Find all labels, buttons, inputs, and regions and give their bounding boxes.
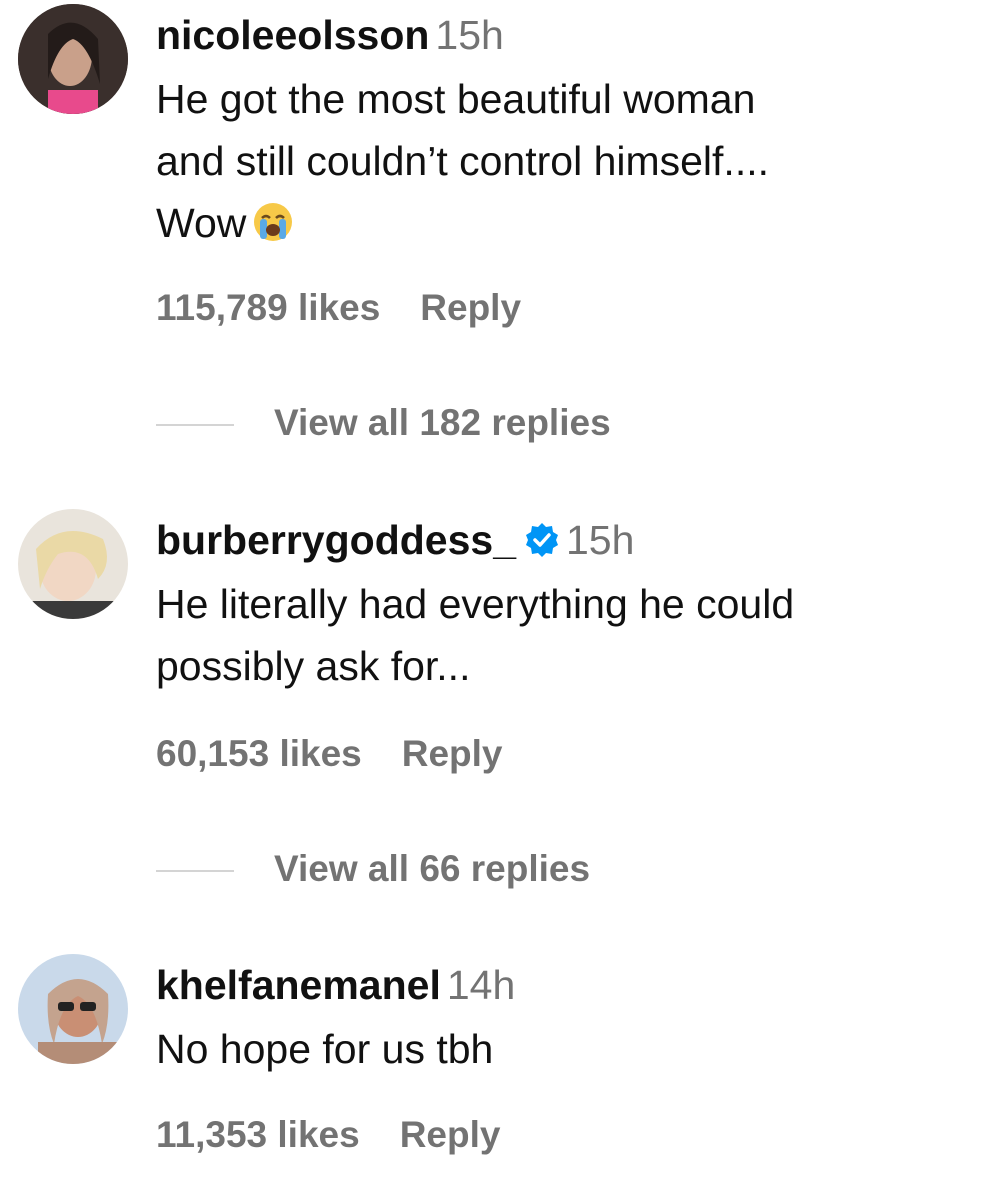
comment-text-word: Wow <box>156 200 247 246</box>
likes-count[interactable]: 60,153 likes <box>156 733 362 774</box>
likes-count[interactable]: 11,353 likes <box>156 1114 360 1155</box>
comment-text-line: No hope for us tbh <box>156 1026 494 1072</box>
reply-button[interactable]: Reply <box>402 733 503 774</box>
timestamp: 15h <box>566 517 635 563</box>
comment-text-line: He got the most beautiful woman <box>156 76 756 122</box>
divider <box>156 870 234 873</box>
username[interactable]: burberrygoddess_ <box>156 517 516 563</box>
view-replies-label[interactable]: View all 182 replies <box>274 402 611 443</box>
comment: khelfanemanel 14h No hope for us tbh 11,3… <box>0 950 992 1200</box>
comment-actions: 11,353 likes Reply <box>156 1114 500 1156</box>
comment-actions: 115,789 likes Reply <box>156 287 521 329</box>
view-replies[interactable]: View all 66 replies <box>156 848 590 890</box>
avatar[interactable] <box>18 4 128 114</box>
comment-text-line: Wow <box>156 192 976 254</box>
comment: burberrygoddess_ 15h He literally had eve… <box>0 505 992 925</box>
comment-header: burberrygoddess_ 15h <box>156 515 976 565</box>
comment: nicoleeolsson 15h He got the most beautif… <box>0 0 992 470</box>
timestamp: 14h <box>446 962 516 1008</box>
reply-button[interactable]: Reply <box>420 287 521 328</box>
reply-button[interactable]: Reply <box>400 1114 501 1155</box>
comment-text-line: He literally had everything he could <box>156 581 795 627</box>
divider <box>156 424 234 427</box>
timestamp: 15h <box>435 12 504 58</box>
comment-header: khelfanemanel 14h <box>156 960 976 1010</box>
comment-text-line: possibly ask for... <box>156 643 471 689</box>
comment-header: nicoleeolsson 15h <box>156 10 976 60</box>
avatar-image <box>18 4 128 114</box>
comment-text: He literally had everything he could pos… <box>156 573 976 697</box>
avatar[interactable] <box>18 509 128 619</box>
comment-text: No hope for us tbh <box>156 1018 976 1080</box>
view-replies[interactable]: View all 182 replies <box>156 402 611 444</box>
username[interactable]: nicoleeolsson <box>156 12 429 58</box>
avatar-image <box>18 509 128 619</box>
loudly-crying-face-icon <box>252 198 294 241</box>
comment-actions: 60,153 likes Reply <box>156 733 503 775</box>
verified-badge-icon <box>524 519 560 557</box>
view-replies-label[interactable]: View all 66 replies <box>274 848 590 889</box>
avatar-image <box>18 954 128 1064</box>
comment-text-line: and still couldn’t control himself.... <box>156 138 769 184</box>
avatar[interactable] <box>18 954 128 1064</box>
username[interactable]: khelfanemanel <box>156 962 441 1008</box>
comment-text: He got the most beautiful woman and stil… <box>156 68 976 254</box>
likes-count[interactable]: 115,789 likes <box>156 287 380 328</box>
